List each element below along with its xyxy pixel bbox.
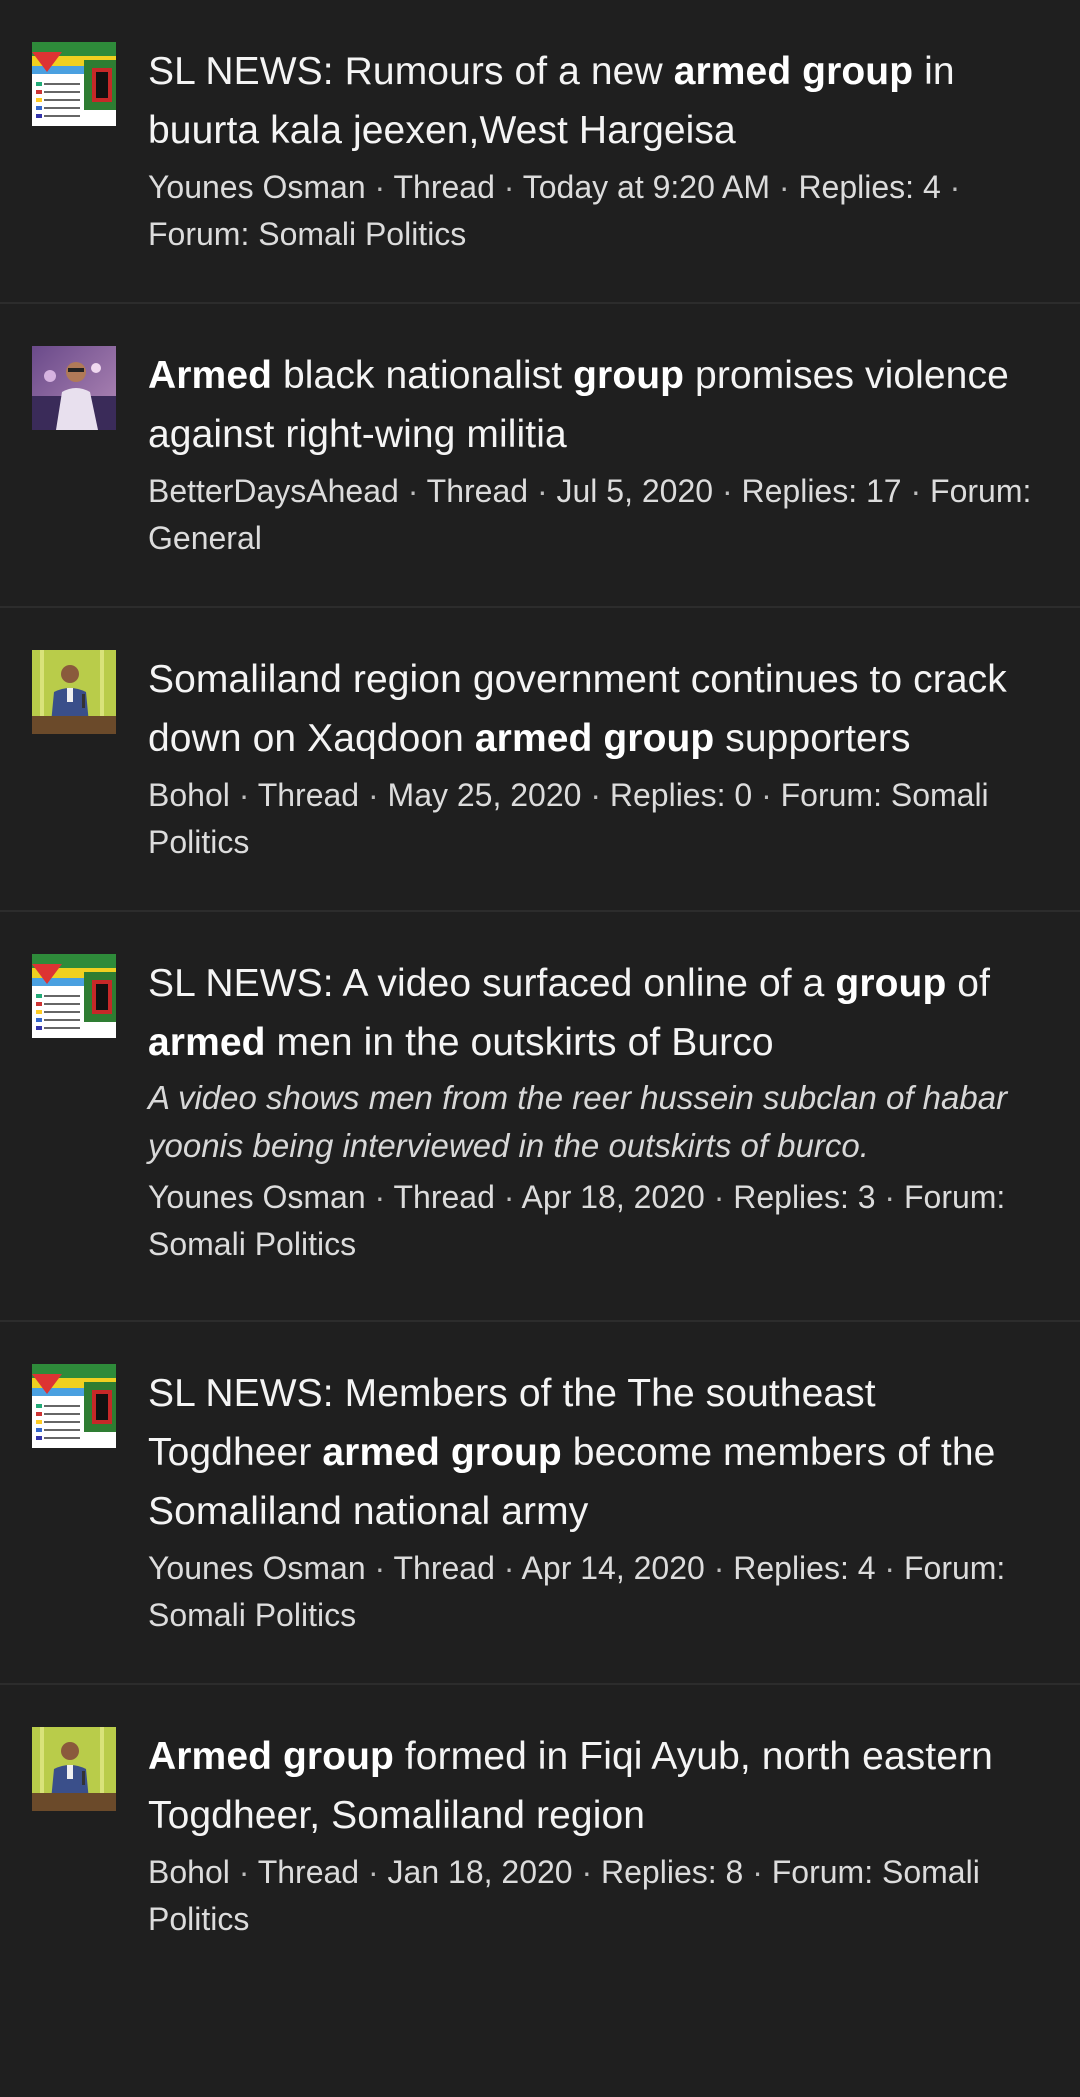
author-link[interactable]: BetterDaysAhead bbox=[148, 473, 399, 509]
title-text: black nationalist bbox=[272, 354, 574, 397]
author-avatar[interactable] bbox=[32, 1727, 116, 1811]
highlighted-term: group bbox=[835, 962, 947, 1005]
content-type: Thread bbox=[257, 777, 360, 813]
result-content: SL NEWS: A video surfaced online of a gr… bbox=[148, 954, 1044, 1268]
meta-separator: · bbox=[229, 777, 258, 813]
reply-count: Replies: 0 bbox=[609, 777, 753, 813]
meta-separator: · bbox=[940, 169, 961, 205]
highlighted-term: armed group bbox=[474, 717, 715, 760]
author-link[interactable]: Bohol bbox=[148, 1854, 230, 1890]
post-date: May 25, 2020 bbox=[387, 777, 582, 813]
meta-separator: · bbox=[875, 1179, 904, 1215]
search-result: Armed group formed in Fiqi Ayub, north e… bbox=[0, 1685, 1080, 1987]
content-type: Thread bbox=[393, 1179, 495, 1215]
title-text: men in the outskirts of Burco bbox=[265, 1021, 774, 1064]
reply-count: Replies: 3 bbox=[733, 1179, 876, 1215]
highlighted-term: Armed bbox=[148, 354, 273, 397]
result-meta: Younes Osman · Thread · Apr 18, 2020 · R… bbox=[148, 1174, 1044, 1268]
result-content: Somaliland region government continues t… bbox=[148, 650, 1044, 866]
reply-count: Replies: 8 bbox=[601, 1854, 744, 1890]
meta-separator: · bbox=[398, 473, 427, 509]
result-title-link[interactable]: SL NEWS: A video surfaced online of a gr… bbox=[148, 954, 1044, 1072]
result-content: SL NEWS: Members of the The southeast To… bbox=[148, 1364, 1044, 1639]
result-content: Armed group formed in Fiqi Ayub, north e… bbox=[148, 1727, 1044, 1943]
author-avatar[interactable] bbox=[32, 954, 116, 1038]
content-type: Thread bbox=[257, 1854, 360, 1890]
search-result: SL NEWS: A video surfaced online of a gr… bbox=[0, 912, 1080, 1322]
search-result: Armed black nationalist group promises v… bbox=[0, 304, 1080, 608]
highlighted-term: Armed group bbox=[148, 1735, 394, 1778]
meta-separator: · bbox=[494, 1179, 522, 1215]
author-avatar[interactable] bbox=[32, 346, 116, 430]
title-text: supporters bbox=[714, 717, 911, 760]
result-snippet: A video shows men from the reer hussein … bbox=[148, 1079, 1008, 1164]
meta-separator: · bbox=[581, 777, 610, 813]
highlighted-term: armed group bbox=[673, 50, 914, 93]
meta-separator: · bbox=[528, 473, 557, 509]
result-title-link[interactable]: Armed group formed in Fiqi Ayub, north e… bbox=[148, 1727, 1044, 1845]
result-meta: BetterDaysAhead · Thread · Jul 5, 2020 ·… bbox=[148, 468, 1044, 562]
meta-separator: · bbox=[494, 169, 523, 205]
author-avatar[interactable] bbox=[32, 650, 116, 734]
title-text: SL NEWS: A video surfaced online of a bbox=[148, 962, 836, 1005]
post-date: Today at 9:20 AM bbox=[522, 169, 770, 205]
result-title-link[interactable]: SL NEWS: Rumours of a new armed group in… bbox=[148, 42, 1044, 160]
meta-separator: · bbox=[752, 777, 781, 813]
meta-separator: · bbox=[901, 473, 931, 509]
meta-separator: · bbox=[365, 1179, 394, 1215]
result-title-link[interactable]: SL NEWS: Members of the The southeast To… bbox=[148, 1364, 1044, 1541]
author-avatar[interactable] bbox=[32, 1364, 116, 1448]
meta-separator: · bbox=[704, 1179, 734, 1215]
highlighted-term: group bbox=[573, 354, 685, 397]
post-date: Jan 18, 2020 bbox=[387, 1854, 573, 1890]
author-link[interactable]: Younes Osman bbox=[148, 1550, 366, 1586]
author-link[interactable]: Bohol bbox=[148, 777, 230, 813]
meta-separator: · bbox=[875, 1550, 904, 1586]
reply-count: Replies: 17 bbox=[741, 473, 902, 509]
search-result: Somaliland region government continues t… bbox=[0, 608, 1080, 912]
content-type: Thread bbox=[393, 169, 495, 205]
meta-separator: · bbox=[365, 1550, 394, 1586]
title-text: of bbox=[946, 962, 991, 1005]
meta-separator: · bbox=[359, 1854, 388, 1890]
highlighted-term: armed group bbox=[322, 1431, 562, 1474]
search-result: SL NEWS: Rumours of a new armed group in… bbox=[0, 0, 1080, 304]
reply-count: Replies: 4 bbox=[733, 1550, 876, 1586]
post-date: Apr 18, 2020 bbox=[521, 1179, 705, 1215]
title-text: SL NEWS: Rumours of a new bbox=[148, 50, 674, 93]
content-type: Thread bbox=[393, 1550, 495, 1586]
post-date: Apr 14, 2020 bbox=[521, 1550, 705, 1586]
result-meta: Bohol · Thread · May 25, 2020 · Replies:… bbox=[148, 772, 1044, 866]
search-result: SL NEWS: Members of the The southeast To… bbox=[0, 1322, 1080, 1685]
result-meta: Bohol · Thread · Jan 18, 2020 · Replies:… bbox=[148, 1849, 1044, 1943]
search-results-list: SL NEWS: Rumours of a new armed group in… bbox=[0, 0, 1080, 1987]
meta-separator: · bbox=[713, 473, 742, 509]
result-title-link[interactable]: Armed black nationalist group promises v… bbox=[148, 346, 1044, 464]
author-avatar[interactable] bbox=[32, 42, 116, 126]
meta-separator: · bbox=[572, 1854, 602, 1890]
meta-separator: · bbox=[704, 1550, 734, 1586]
result-title-link[interactable]: Somaliland region government continues t… bbox=[148, 650, 1044, 768]
meta-separator: · bbox=[770, 169, 799, 205]
result-meta: Younes Osman · Thread · Apr 14, 2020 · R… bbox=[148, 1545, 1044, 1639]
author-link[interactable]: Younes Osman bbox=[148, 169, 366, 205]
meta-separator: · bbox=[229, 1854, 258, 1890]
result-content: Armed black nationalist group promises v… bbox=[148, 346, 1044, 562]
meta-separator: · bbox=[359, 777, 388, 813]
highlighted-term: armed bbox=[148, 1021, 266, 1064]
result-meta: Younes Osman · Thread · Today at 9:20 AM… bbox=[148, 164, 1044, 258]
post-date: Jul 5, 2020 bbox=[556, 473, 714, 509]
result-content: SL NEWS: Rumours of a new armed group in… bbox=[148, 42, 1044, 258]
author-link[interactable]: Younes Osman bbox=[148, 1179, 366, 1215]
meta-separator: · bbox=[494, 1550, 522, 1586]
reply-count: Replies: 4 bbox=[798, 169, 941, 205]
meta-separator: · bbox=[743, 1854, 772, 1890]
content-type: Thread bbox=[426, 473, 529, 509]
meta-separator: · bbox=[365, 169, 394, 205]
forum-link[interactable]: Forum: Somali Politics bbox=[148, 216, 466, 252]
